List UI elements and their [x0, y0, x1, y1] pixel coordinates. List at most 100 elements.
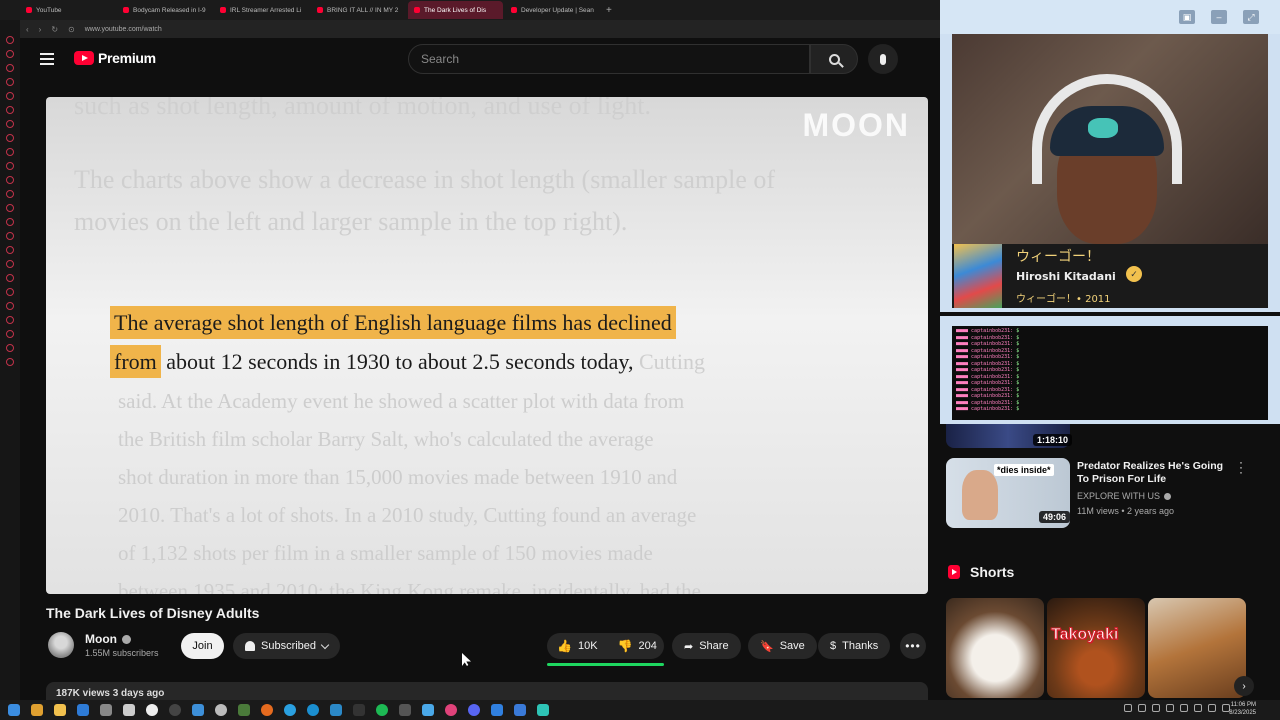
sidebar-app-icon[interactable] — [6, 302, 14, 310]
obs-icon[interactable] — [169, 704, 181, 716]
shorts-next-icon[interactable]: › — [1234, 676, 1254, 696]
sidebar-app-icon[interactable] — [6, 218, 14, 226]
url-text[interactable]: www.youtube.com/watch — [85, 26, 162, 33]
short-thumbnail[interactable] — [946, 598, 1044, 698]
taskbar-app-icon[interactable] — [77, 704, 89, 716]
taskbar-app-icon[interactable] — [399, 704, 411, 716]
sidebar-app-icon[interactable] — [6, 176, 14, 184]
sidebar-app-icon[interactable] — [6, 64, 14, 72]
taskbar-app-icon[interactable] — [215, 704, 227, 716]
taskbar-app-icon[interactable] — [330, 704, 342, 716]
sidebar-app-icon[interactable] — [6, 36, 14, 44]
tray-icon[interactable] — [1166, 704, 1174, 712]
tray-icon[interactable] — [1194, 704, 1202, 712]
voice-search-button[interactable] — [868, 44, 898, 74]
taskbar-app-icon[interactable] — [123, 704, 135, 716]
sidebar-app-icon[interactable] — [6, 92, 14, 100]
sidebar-app-icon[interactable] — [6, 148, 14, 156]
search-input[interactable]: Search — [408, 44, 810, 74]
short-thumbnail[interactable]: Takoyaki — [1047, 598, 1145, 698]
edge-icon[interactable] — [284, 704, 296, 716]
dislike-icon[interactable]: 👎 — [618, 639, 633, 653]
youtube-logo[interactable]: Premium — [74, 50, 156, 66]
sidebar-app-icon[interactable] — [6, 50, 14, 58]
tray-icon[interactable] — [1180, 704, 1188, 712]
sidebar-app-icon[interactable] — [6, 232, 14, 240]
taskbar-app-icon[interactable] — [192, 704, 204, 716]
channel-name[interactable]: Moon — [85, 632, 131, 646]
search-button[interactable] — [810, 44, 858, 74]
taskbar-app-icon[interactable] — [238, 704, 250, 716]
thanks-button[interactable]: $ Thanks — [818, 633, 891, 659]
video-player[interactable]: such as shot length, amount of motion, a… — [46, 97, 928, 594]
sidebar-app-icon[interactable] — [6, 204, 14, 212]
taskbar-app-icon[interactable] — [146, 704, 158, 716]
channel-avatar[interactable] — [48, 632, 74, 658]
sidebar-app-icon[interactable] — [6, 134, 14, 142]
firefox-icon[interactable] — [261, 704, 273, 716]
tab-bodycam[interactable]: Bodycam Released in I-9 — [117, 1, 212, 19]
new-tab-button[interactable]: + — [606, 5, 612, 16]
bell-icon — [245, 641, 255, 651]
file-explorer-icon[interactable] — [54, 704, 66, 716]
sidebar-app-icon[interactable] — [6, 330, 14, 338]
sidebar-app-icon[interactable] — [6, 344, 14, 352]
start-icon[interactable] — [8, 704, 20, 716]
taskbar-app-icon[interactable] — [353, 704, 365, 716]
forward-icon[interactable]: › — [39, 25, 42, 34]
description-box[interactable]: 187K views 3 days ago — [46, 682, 928, 700]
save-button[interactable]: 🔖 Save — [748, 633, 817, 659]
like-count[interactable]: 10K — [578, 640, 598, 652]
taskbar-app-icon[interactable] — [422, 704, 434, 716]
taskbar-app-icon[interactable] — [445, 704, 457, 716]
sidebar-app-icon[interactable] — [6, 190, 14, 198]
sidebar-app-icon[interactable] — [6, 120, 14, 128]
taskbar-app-icon[interactable] — [307, 704, 319, 716]
discord-icon[interactable] — [468, 704, 480, 716]
sidebar-app-icon[interactable] — [6, 246, 14, 254]
wifi-icon[interactable] — [1208, 704, 1216, 712]
taskbar-app-icon[interactable] — [491, 704, 503, 716]
tab-bring-it-all[interactable]: BRING IT ALL // IN MY 2 — [311, 1, 406, 19]
subscribed-button[interactable]: Subscribed — [233, 633, 341, 659]
tab-irl-streamer[interactable]: IRL Streamer Arrested Li — [214, 1, 309, 19]
sidebar-app-icon[interactable] — [6, 274, 14, 282]
tab-dark-lives[interactable]: The Dark Lives of Dis — [408, 1, 503, 19]
tray-icon[interactable] — [1152, 704, 1160, 712]
taskbar-app-icon[interactable] — [100, 704, 112, 716]
taskbar-app-icon[interactable] — [514, 704, 526, 716]
window-restore-icon[interactable]: ▣ — [1179, 10, 1195, 24]
share-button[interactable]: ➦ Share — [672, 633, 741, 659]
sidebar-app-icon[interactable] — [6, 316, 14, 324]
tab-developer-update[interactable]: Developer Update | Sean — [505, 1, 600, 19]
clock[interactable]: 11:06 PM 8/23/2025 — [1229, 701, 1256, 717]
site-info-icon[interactable]: ⊙ — [68, 25, 75, 34]
sidebar-app-icon[interactable] — [6, 78, 14, 86]
reload-icon[interactable]: ↻ — [51, 25, 58, 34]
more-options-icon[interactable]: · · · — [1238, 456, 1244, 478]
taskbar-app-icon[interactable] — [31, 704, 43, 716]
tray-icon[interactable] — [1138, 704, 1146, 712]
video-duration: 1:18:10 — [1033, 434, 1073, 446]
sidebar-app-icon[interactable] — [6, 106, 14, 114]
join-button[interactable]: Join — [181, 633, 224, 659]
spotify-icon[interactable] — [376, 704, 388, 716]
window-fullscreen-icon[interactable]: ⤢ — [1243, 10, 1259, 24]
tray-icon[interactable] — [1124, 704, 1132, 712]
sidebar-app-icon[interactable] — [6, 288, 14, 296]
address-bar[interactable]: ‹ › ↻ ⊙ www.youtube.com/watch — [20, 20, 940, 38]
sidebar-app-icon[interactable] — [6, 260, 14, 268]
more-actions-button[interactable]: ••• — [900, 633, 926, 659]
menu-icon[interactable] — [40, 53, 54, 65]
dislike-count[interactable]: 204 — [638, 640, 656, 652]
recommended-channel[interactable]: EXPLORE WITH US — [1077, 491, 1172, 501]
taskbar-app-icon[interactable] — [537, 704, 549, 716]
sidebar-app-icon[interactable] — [6, 358, 14, 366]
tab-youtube[interactable]: YouTube — [20, 1, 115, 19]
short-thumbnail[interactable] — [1148, 598, 1246, 698]
window-minimize-icon[interactable]: – — [1211, 10, 1227, 24]
back-icon[interactable]: ‹ — [26, 25, 29, 34]
like-icon[interactable]: 👍 — [557, 639, 572, 653]
recommended-video-title[interactable]: Predator Realizes He's Going To Prison F… — [1077, 460, 1237, 486]
sidebar-app-icon[interactable] — [6, 162, 14, 170]
